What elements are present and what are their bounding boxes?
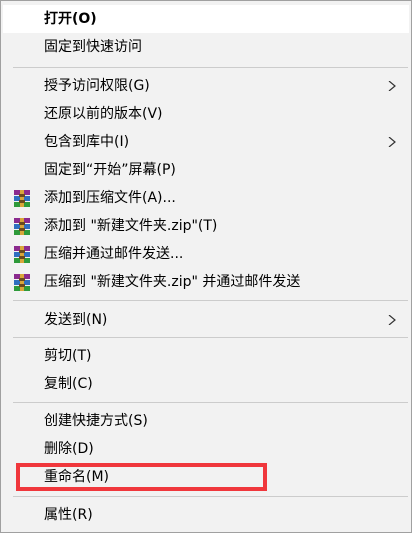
context-menu: 打开(O) 固定到快速访问 授予访问权限(G) 还原以前的版本(V) 包含到库中…	[0, 0, 412, 533]
menu-item-pin-start[interactable]: 固定到“开始”屏幕(P)	[3, 156, 409, 184]
menu-item-include-in-library[interactable]: 包含到库中(I)	[3, 128, 409, 156]
separator	[13, 300, 408, 301]
winrar-icon	[14, 274, 30, 291]
separator	[13, 402, 408, 403]
menu-item-create-shortcut-label: 创建快捷方式(S)	[44, 413, 148, 429]
chevron-right-icon	[388, 315, 396, 325]
menu-item-restore-previous-label: 还原以前的版本(V)	[44, 106, 163, 122]
annotation-highlight-box	[16, 463, 267, 491]
winrar-icon	[14, 218, 30, 235]
menu-item-cut[interactable]: 剪切(T)	[3, 342, 409, 370]
menu-item-copy-label: 复制(C)	[44, 376, 93, 392]
menu-item-add-to-archive-label: 添加到压缩文件(A)...	[44, 190, 176, 206]
chevron-right-icon	[388, 137, 396, 147]
menu-item-add-to-zip-label: 添加到 "新建文件夹.zip"(T)	[44, 218, 218, 234]
menu-item-compress-zip-email[interactable]: 压缩到 "新建文件夹.zip" 并通过邮件发送	[3, 268, 409, 296]
menu-item-open-label: 打开(O)	[44, 11, 97, 27]
menu-item-properties-label: 属性(R)	[44, 507, 93, 523]
menu-item-compress-zip-email-label: 压缩到 "新建文件夹.zip" 并通过邮件发送	[44, 274, 301, 290]
menu-item-restore-previous[interactable]: 还原以前的版本(V)	[3, 100, 409, 128]
menu-item-open[interactable]: 打开(O)	[3, 5, 409, 33]
menu-item-copy[interactable]: 复制(C)	[3, 370, 409, 398]
menu-item-pin-quick-access-label: 固定到快速访问	[44, 39, 142, 55]
separator	[13, 67, 408, 68]
menu-item-send-to[interactable]: 发送到(N)	[3, 306, 409, 334]
menu-item-properties[interactable]: 属性(R)	[3, 501, 409, 529]
separator	[13, 496, 408, 497]
menu-item-pin-quick-access[interactable]: 固定到快速访问	[3, 33, 409, 61]
menu-item-add-to-archive[interactable]: 添加到压缩文件(A)...	[3, 184, 409, 212]
winrar-icon	[14, 246, 30, 263]
menu-item-send-to-label: 发送到(N)	[44, 312, 108, 328]
menu-item-grant-access[interactable]: 授予访问权限(G)	[3, 72, 409, 100]
menu-item-create-shortcut[interactable]: 创建快捷方式(S)	[3, 407, 409, 435]
chevron-right-icon	[388, 81, 396, 91]
winrar-icon	[14, 190, 30, 207]
menu-item-delete-label: 删除(D)	[44, 441, 94, 457]
menu-item-pin-start-label: 固定到“开始”屏幕(P)	[44, 162, 176, 178]
separator	[13, 337, 408, 338]
menu-item-include-in-library-label: 包含到库中(I)	[44, 134, 130, 150]
menu-item-grant-access-label: 授予访问权限(G)	[44, 78, 150, 94]
menu-item-add-to-zip[interactable]: 添加到 "新建文件夹.zip"(T)	[3, 212, 409, 240]
menu-item-cut-label: 剪切(T)	[44, 348, 92, 364]
menu-item-compress-email[interactable]: 压缩并通过邮件发送...	[3, 240, 409, 268]
menu-item-compress-email-label: 压缩并通过邮件发送...	[44, 246, 184, 262]
menu-item-delete[interactable]: 删除(D)	[3, 435, 409, 463]
